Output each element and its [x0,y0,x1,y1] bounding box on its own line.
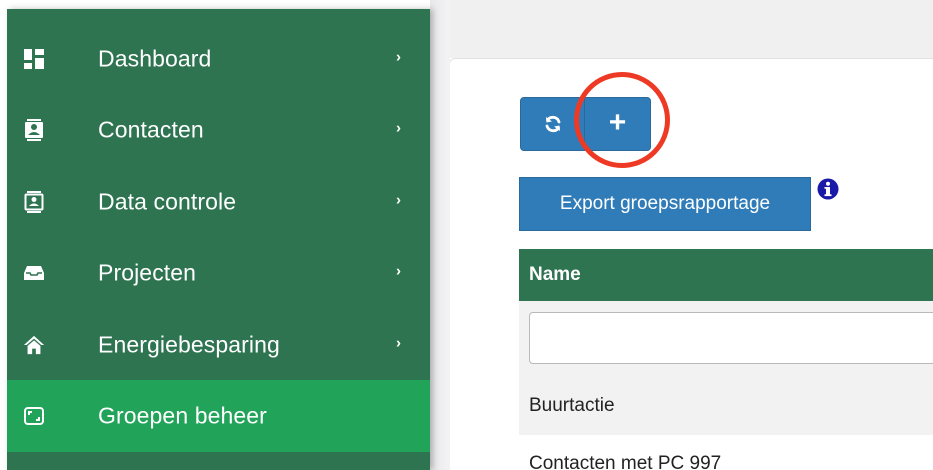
sidebar-item-dashboard[interactable]: Dashboard › [7,23,430,95]
sidebar-item-projecten[interactable]: Projecten › [7,237,430,309]
chevron-right-icon: › [396,119,401,137]
sidebar: Dashboard › Contacten › Data controle › … [7,9,430,470]
home-icon [23,334,45,356]
panel-gutter [430,0,450,470]
sidebar-item-label: Data controle [98,188,237,215]
chevron-right-icon: › [396,262,401,280]
dashboard-icon [23,48,45,70]
export-group-report-button[interactable]: Export groepsrapportage [519,177,811,231]
info-icon[interactable] [817,178,839,200]
sidebar-item-label: Energiebesparing [98,331,280,358]
group-name-cell: Contacten met PC 997 [529,453,722,470]
sidebar-item-contacten[interactable]: Contacten › [7,94,430,166]
sidebar-item-label: Dashboard [98,45,212,72]
chevron-right-icon: › [396,191,401,209]
contact-card-icon [23,119,45,141]
app-window: Dashboard › Contacten › Data controle › … [0,0,933,470]
sidebar-item-groepen-beheer[interactable]: Groepen beheer [7,380,430,452]
name-filter-input[interactable] [529,312,933,364]
groups-frame-icon [23,405,45,427]
sidebar-item-label: Projecten [98,259,197,286]
chevron-right-icon: › [396,334,401,352]
table-row[interactable]: Buurtactie [519,377,933,435]
add-group-button[interactable]: + [584,97,651,151]
sidebar-item-data-controle[interactable]: Data controle › [7,166,430,238]
chevron-right-icon: › [396,48,401,66]
group-name-cell: Buurtactie [529,395,615,416]
top-bar [430,0,933,58]
data-check-icon [23,191,45,213]
refresh-icon [545,115,560,133]
refresh-button[interactable] [520,97,585,151]
sidebar-item-label: Groepen beheer [98,402,267,429]
inbox-tray-icon [23,262,45,284]
plus-icon: + [608,106,627,139]
table-row[interactable]: Contacten met PC 997 [519,435,933,470]
column-header-name[interactable]: Name [519,249,933,301]
sidebar-item-energiebesparing[interactable]: Energiebesparing › [7,309,430,381]
column-header-label: Name [529,264,581,285]
sidebar-item-label: Contacten [98,116,204,143]
